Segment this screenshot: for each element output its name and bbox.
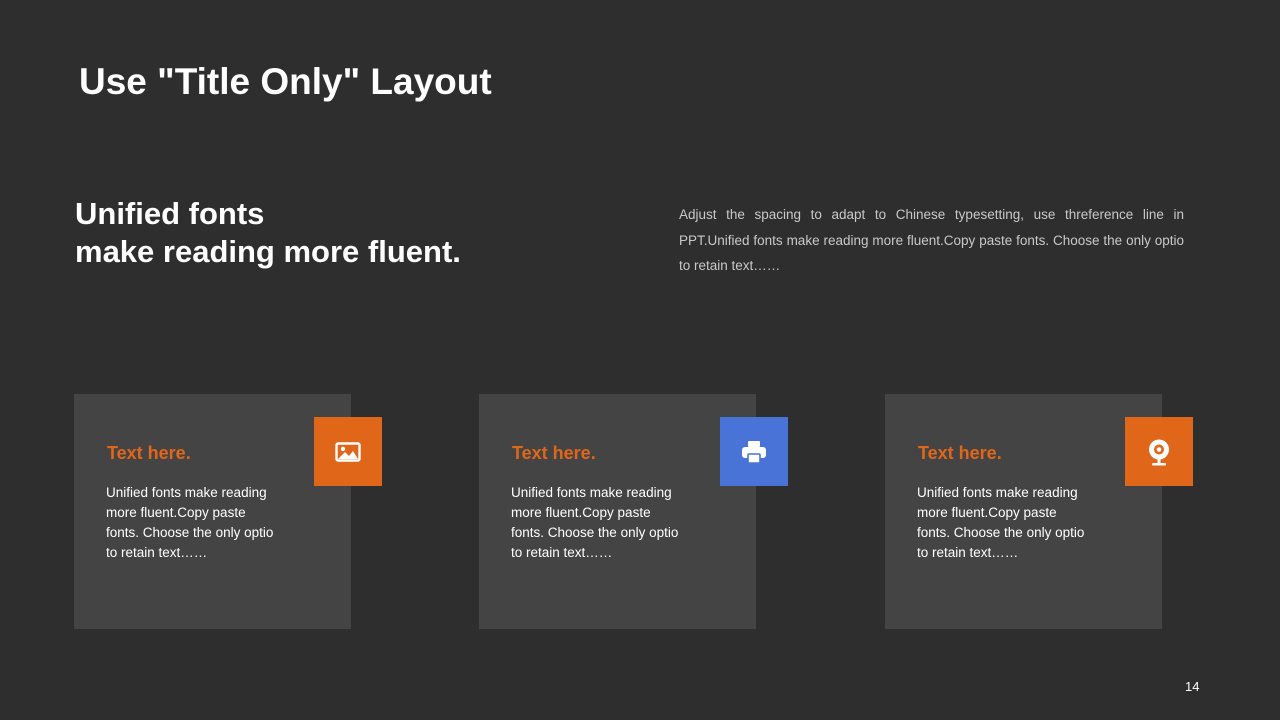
- card-title: Text here.: [918, 443, 1002, 463]
- printer-icon: [742, 440, 766, 464]
- card-body: Unified fonts make reading more fluent.C…: [917, 485, 1085, 560]
- printer-icon-box: [720, 417, 788, 486]
- webcam-icon: [1149, 439, 1169, 465]
- page-number: 14: [1185, 679, 1200, 694]
- webcam-icon-box: [1125, 417, 1193, 486]
- slide-title: Use "Title Only" Layout: [79, 61, 492, 102]
- feature-card-3: Text here. Unified fonts make reading mo…: [885, 394, 1162, 629]
- feature-card-2: Text here. Unified fonts make reading mo…: [479, 394, 756, 629]
- card-body: Unified fonts make reading more fluent.C…: [511, 485, 679, 560]
- headline: Unified fonts make reading more fluent.: [75, 195, 461, 271]
- card-title: Text here.: [512, 443, 596, 463]
- card-body: Unified fonts make reading more fluent.C…: [106, 485, 274, 560]
- headline-line-1: Unified fonts: [75, 196, 265, 231]
- headline-line-2: make reading more fluent.: [75, 234, 461, 269]
- description-paragraph: Adjust the spacing to adapt to Chinese t…: [679, 207, 1184, 273]
- image-icon-box: [314, 417, 382, 486]
- image-icon: [335, 441, 361, 462]
- card-title: Text here.: [107, 443, 191, 463]
- feature-card-1: Text here. Unified fonts make reading mo…: [74, 394, 351, 629]
